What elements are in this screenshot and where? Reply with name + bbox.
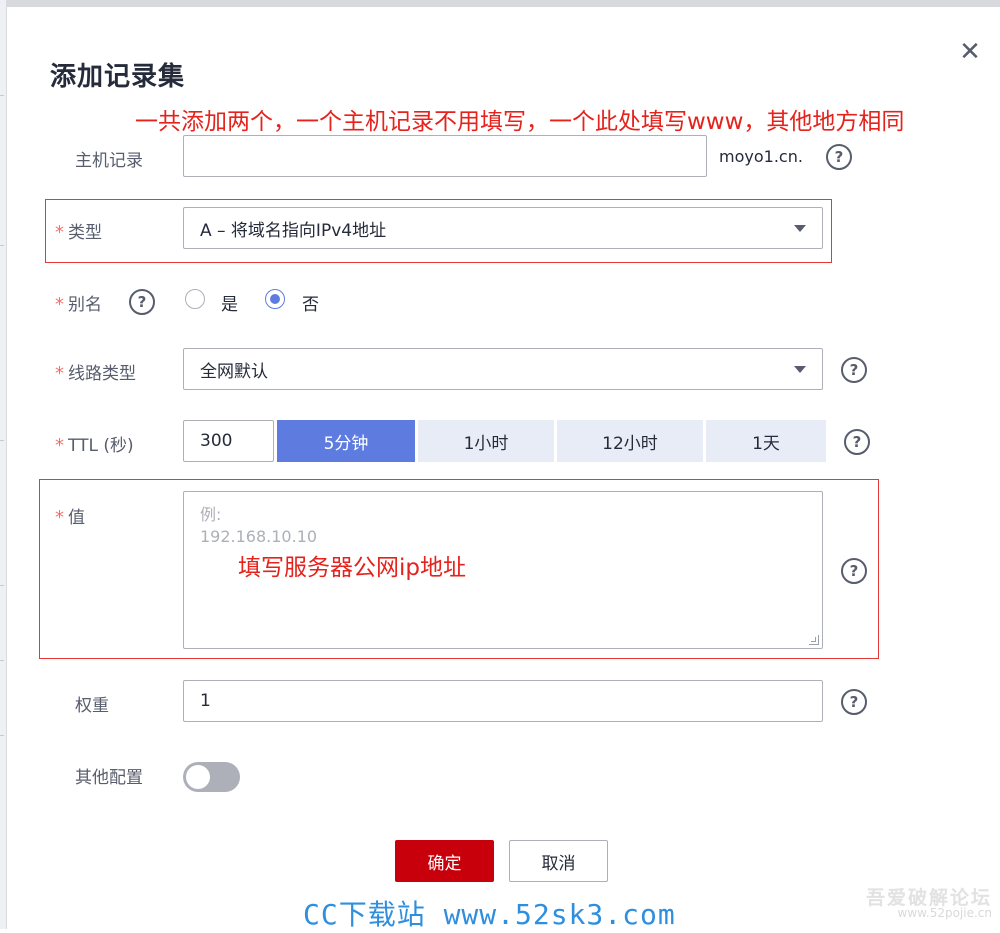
value-label: * 值: [55, 503, 85, 528]
ttl-preset-1h[interactable]: 1小时: [418, 420, 554, 462]
other-config-label: 其他配置: [75, 768, 143, 788]
value-help-icon[interactable]: ?: [841, 558, 867, 584]
weight-help-icon[interactable]: ?: [841, 689, 867, 715]
required-mark: *: [55, 507, 64, 528]
ttl-help-icon[interactable]: ?: [844, 429, 870, 455]
alias-label-text: 别名: [68, 295, 102, 315]
required-mark: *: [55, 222, 64, 243]
value-placeholder-line2: 192.168.10.10: [200, 527, 318, 546]
alias-yes-label[interactable]: 是: [221, 290, 238, 315]
annotation-top-note: 一共添加两个，一个主机记录不用填写，一个此处填写www，其他地方相同: [135, 109, 905, 135]
dialog-title: 添加记录集: [50, 62, 186, 92]
toggle-knob: [186, 765, 210, 789]
chevron-down-icon: [794, 225, 806, 232]
weight-label: 权重: [75, 696, 109, 716]
corner-watermark: 吾爱破解论坛 www.52pojie.cn: [865, 887, 992, 921]
background-window-edge: [0, 0, 1000, 7]
domain-suffix: moyo1.cn.: [719, 147, 803, 166]
value-label-text: 值: [68, 508, 85, 528]
host-record-label: 主机记录: [75, 151, 143, 171]
corner-watermark-title: 吾爱破解论坛: [865, 887, 992, 909]
required-mark: *: [55, 435, 64, 456]
line-type-label: * 线路类型: [55, 359, 136, 384]
type-label-text: 类型: [68, 223, 102, 243]
host-record-input[interactable]: [183, 135, 707, 177]
background-page-strip: [0, 0, 7, 929]
host-help-icon[interactable]: ?: [826, 144, 852, 170]
alias-yes-radio[interactable]: [185, 289, 205, 309]
alias-help-icon[interactable]: ?: [129, 289, 155, 315]
ttl-label-text: TTL (秒): [68, 436, 134, 456]
ttl-preset-1d[interactable]: 1天: [706, 420, 826, 462]
type-select-value: A – 将域名指向IPv4地址: [200, 220, 387, 241]
background-divider: [0, 735, 4, 736]
ttl-preset-5min[interactable]: 5分钟: [277, 420, 415, 462]
ttl-preset-12h[interactable]: 12小时: [557, 420, 703, 462]
cancel-button[interactable]: 取消: [509, 840, 608, 882]
ttl-input[interactable]: 300: [183, 420, 274, 462]
annotation-value-note: 填写服务器公网ip地址: [238, 555, 466, 581]
confirm-button[interactable]: 确定: [395, 840, 494, 882]
background-divider: [0, 245, 4, 246]
other-config-toggle[interactable]: [183, 762, 240, 792]
close-icon[interactable]: ✕: [955, 37, 985, 67]
alias-label: * 别名: [55, 290, 102, 315]
alias-no-radio[interactable]: [265, 289, 285, 309]
line-type-value: 全网默认: [200, 361, 268, 382]
line-type-label-text: 线路类型: [68, 364, 136, 384]
background-divider: [0, 585, 4, 586]
background-divider: [0, 660, 4, 661]
site-watermark: CC下载站 www.52sk3.com: [303, 898, 676, 931]
chevron-down-icon: [794, 366, 806, 373]
alias-no-label[interactable]: 否: [302, 290, 319, 315]
line-type-select[interactable]: 全网默认: [183, 348, 823, 390]
resize-handle-icon[interactable]: [809, 635, 819, 645]
type-label: * 类型: [55, 218, 102, 243]
ttl-label: * TTL (秒): [55, 431, 134, 456]
required-mark: *: [55, 363, 64, 384]
type-select[interactable]: A – 将域名指向IPv4地址: [183, 207, 823, 249]
background-divider: [0, 95, 4, 96]
background-divider: [0, 440, 4, 441]
required-mark: *: [55, 294, 64, 315]
weight-input[interactable]: 1: [183, 680, 823, 722]
line-help-icon[interactable]: ?: [841, 357, 867, 383]
value-placeholder-line1: 例:: [200, 505, 222, 524]
